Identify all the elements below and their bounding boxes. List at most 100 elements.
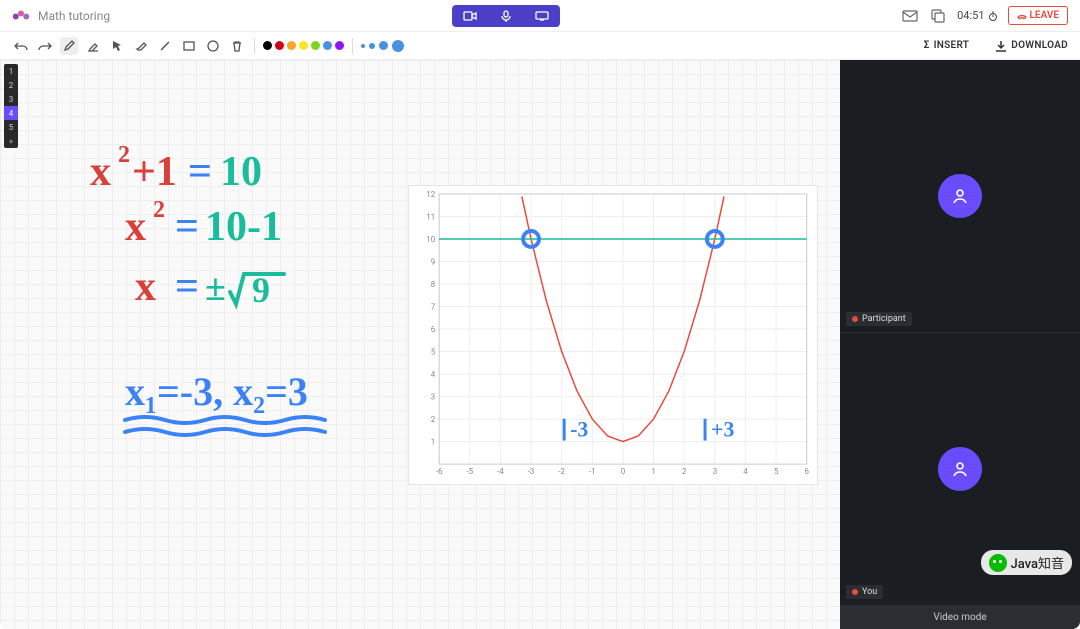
svg-text:1: 1 (651, 467, 655, 476)
svg-text:9: 9 (252, 270, 270, 310)
redo-button[interactable] (36, 37, 54, 55)
highlighter-tool[interactable] (84, 37, 102, 55)
svg-text:-2: -2 (558, 467, 565, 476)
you-label: You (862, 587, 877, 597)
color-swatch[interactable] (263, 41, 272, 50)
screenshare-button[interactable] (524, 5, 560, 27)
copy-icon[interactable] (929, 7, 947, 25)
svg-text:5: 5 (431, 348, 436, 357)
video-sidebar: Participant You Java知音 Video mode (840, 60, 1080, 629)
divider (352, 38, 353, 54)
svg-text:x₁=-3, x₂=3: x₁=-3, x₂=3 (125, 369, 308, 414)
color-swatch[interactable] (287, 41, 296, 50)
svg-text:-6: -6 (436, 467, 443, 476)
leave-button[interactable]: LEAVE (1008, 6, 1068, 25)
mic-muted-icon (852, 589, 858, 595)
svg-text:3: 3 (431, 393, 435, 402)
mic-muted-icon (852, 316, 858, 322)
pen-tool[interactable] (60, 37, 78, 55)
insert-label: INSERT (934, 40, 970, 51)
svg-text:11: 11 (426, 212, 435, 221)
svg-text:1: 1 (431, 438, 435, 447)
download-icon (995, 40, 1007, 52)
whiteboard-canvas[interactable]: 12345+ x2+1=10x2=10-1x=±9x₁=-3, x₂=3 123… (0, 60, 840, 629)
color-swatch[interactable] (323, 41, 332, 50)
main: 12345+ x2+1=10x2=10-1x=±9x₁=-3, x₂=3 123… (0, 60, 1080, 629)
video-tile-you[interactable]: You Java知音 (840, 332, 1080, 605)
color-swatch[interactable] (299, 41, 308, 50)
hangup-icon (1017, 11, 1027, 21)
size-dots (361, 40, 404, 52)
size-dot[interactable] (379, 41, 388, 50)
avatar-icon (938, 174, 982, 218)
wechat-icon (989, 554, 1007, 572)
topbar: Math tutoring 04:51 LEAVE (0, 0, 1080, 32)
undo-button[interactable] (12, 37, 30, 55)
participant-label: Participant (862, 314, 906, 324)
svg-text:6: 6 (804, 467, 809, 476)
size-dot[interactable] (392, 40, 404, 52)
svg-text:+3: +3 (711, 418, 734, 442)
svg-text:4: 4 (431, 370, 436, 379)
svg-text:3: 3 (713, 467, 717, 476)
wechat-overlay: Java知音 (981, 550, 1073, 575)
leave-label: LEAVE (1030, 10, 1059, 21)
trash-tool[interactable] (228, 37, 246, 55)
video-tile-participant[interactable]: Participant (840, 60, 1080, 332)
svg-text:2: 2 (682, 467, 687, 476)
svg-text:8: 8 (431, 280, 436, 289)
svg-text:6: 6 (431, 325, 436, 334)
svg-text:2: 2 (431, 415, 436, 424)
svg-text:9: 9 (431, 257, 435, 266)
svg-text:x: x (135, 264, 156, 310)
color-swatch[interactable] (275, 41, 284, 50)
svg-text:5: 5 (774, 467, 779, 476)
eraser-tool[interactable] (132, 37, 150, 55)
svg-text:-5: -5 (466, 467, 473, 476)
mic-button[interactable] (488, 5, 524, 27)
svg-text:12: 12 (426, 190, 435, 199)
toolbar: Σ INSERT DOWNLOAD (0, 32, 1080, 60)
svg-text:10-1: 10-1 (205, 204, 282, 250)
session-title: Math tutoring (38, 9, 110, 23)
svg-text:=: = (175, 204, 199, 250)
svg-text:10: 10 (220, 149, 262, 195)
sigma-icon: Σ (924, 40, 930, 51)
svg-text:2: 2 (153, 197, 165, 223)
color-swatch[interactable] (335, 41, 344, 50)
timer: 04:51 (957, 9, 997, 22)
download-button[interactable]: DOWNLOAD (995, 40, 1068, 52)
size-dot[interactable] (369, 43, 375, 49)
svg-text:10: 10 (426, 235, 435, 244)
svg-text:+1: +1 (132, 149, 177, 195)
svg-text:0: 0 (621, 467, 626, 476)
line-tool[interactable] (156, 37, 174, 55)
graph-panel[interactable]: 123456789101112-6-5-4-3-2-10123456-3+3 (408, 185, 818, 485)
color-swatch[interactable] (311, 41, 320, 50)
app-logo-icon (12, 9, 30, 23)
insert-button[interactable]: Σ INSERT (924, 40, 970, 51)
svg-text:x: x (125, 204, 146, 250)
divider (254, 38, 255, 54)
timer-value: 04:51 (957, 9, 984, 22)
svg-text:=: = (188, 149, 212, 195)
rect-tool[interactable] (180, 37, 198, 55)
size-dot[interactable] (361, 44, 365, 48)
svg-text:-1: -1 (589, 467, 596, 476)
call-controls (452, 5, 560, 27)
avatar-icon (938, 447, 982, 491)
mail-icon[interactable] (901, 7, 919, 25)
svg-text:2: 2 (118, 142, 130, 168)
wechat-label: Java知音 (1011, 553, 1065, 572)
pointer-tool[interactable] (108, 37, 126, 55)
svg-text:x: x (90, 149, 111, 195)
svg-text:7: 7 (431, 303, 436, 312)
svg-text:4: 4 (743, 467, 748, 476)
camera-button[interactable] (452, 5, 488, 27)
circle-tool[interactable] (204, 37, 222, 55)
svg-text:-4: -4 (497, 467, 504, 476)
download-label: DOWNLOAD (1011, 40, 1068, 51)
stopwatch-icon (988, 11, 998, 21)
video-mode-button[interactable]: Video mode (840, 605, 1080, 629)
svg-text:-3: -3 (528, 467, 535, 476)
